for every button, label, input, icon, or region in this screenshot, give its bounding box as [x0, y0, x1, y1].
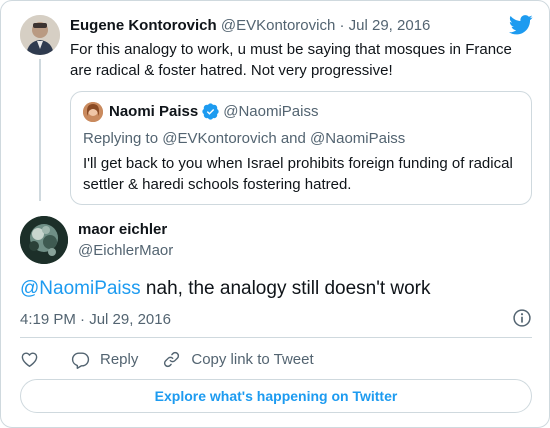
quoted-author-handle: @NaomiPaiss	[223, 103, 319, 120]
eugene-avatar[interactable]	[20, 15, 60, 55]
heart-icon	[21, 351, 38, 367]
quoted-author-name: Naomi Paiss	[109, 103, 199, 120]
header-separator: ·	[339, 17, 345, 34]
author-name[interactable]: Eugene Kontorovich	[70, 17, 217, 34]
twitter-bird-icon[interactable]	[509, 15, 533, 35]
tweet-date[interactable]: Jul 29, 2016	[349, 17, 431, 34]
replying-to-handle-1: @EVKontorovich	[162, 130, 277, 147]
reply-label: Reply	[100, 350, 139, 368]
copy-link-label: Copy link to Tweet	[191, 350, 314, 368]
quoted-tweet[interactable]: Naomi Paiss @NaomiPaiss Replying to @EVK…	[70, 91, 532, 205]
action-divider	[20, 337, 532, 338]
reply-author-handle[interactable]: @EichlerMaor	[78, 242, 173, 259]
naomi-avatar	[83, 102, 103, 122]
mention-link[interactable]: @NaomiPaiss	[20, 278, 141, 299]
replying-to-label: Replying to	[83, 130, 159, 147]
explore-twitter-button[interactable]: Explore what's happening on Twitter	[20, 379, 532, 413]
author-handle[interactable]: @EVKontorovich	[221, 17, 335, 34]
replying-to-handle-2: @NaomiPaiss	[310, 130, 406, 147]
tweet-body: For this analogy to work, u must be sayi…	[70, 41, 512, 79]
tweet-header: Eugene Kontorovich @EVKontorovich · Jul …	[70, 17, 430, 34]
reply-timestamp[interactable]: 4:19 PM · Jul 29, 2016	[20, 311, 171, 328]
reply-separator: ·	[80, 311, 86, 328]
action-bar: Reply Copy link to Tweet	[20, 347, 314, 371]
replying-to-line: Replying to @EVKontorovich and @NaomiPai…	[83, 130, 405, 147]
maor-avatar[interactable]	[20, 216, 68, 264]
info-icon[interactable]	[512, 308, 532, 328]
reply-date: Jul 29, 2016	[89, 311, 171, 328]
reply-body-text: nah, the analogy still doesn't work	[140, 278, 431, 299]
quoted-tweet-body: I'll get back to you when Israel prohibi…	[83, 155, 513, 193]
verified-badge-icon	[202, 103, 219, 120]
copy-link-button[interactable]: Copy link to Tweet	[162, 350, 314, 369]
tweet-embed-card: Eugene Kontorovich @EVKontorovich · Jul …	[0, 0, 550, 428]
reply-body: @NaomiPaiss nah, the analogy still doesn…	[20, 276, 431, 302]
reply-bubble-icon	[71, 351, 90, 369]
reply-time: 4:19 PM	[20, 311, 76, 328]
link-icon	[164, 351, 180, 367]
thread-connector-line	[39, 59, 41, 201]
like-button[interactable]	[20, 350, 39, 369]
reply-author-name[interactable]: maor eichler	[78, 221, 167, 238]
replying-to-and: and	[280, 130, 306, 147]
reply-button[interactable]: Reply	[71, 350, 138, 369]
quoted-header: Naomi Paiss @NaomiPaiss	[109, 103, 318, 120]
